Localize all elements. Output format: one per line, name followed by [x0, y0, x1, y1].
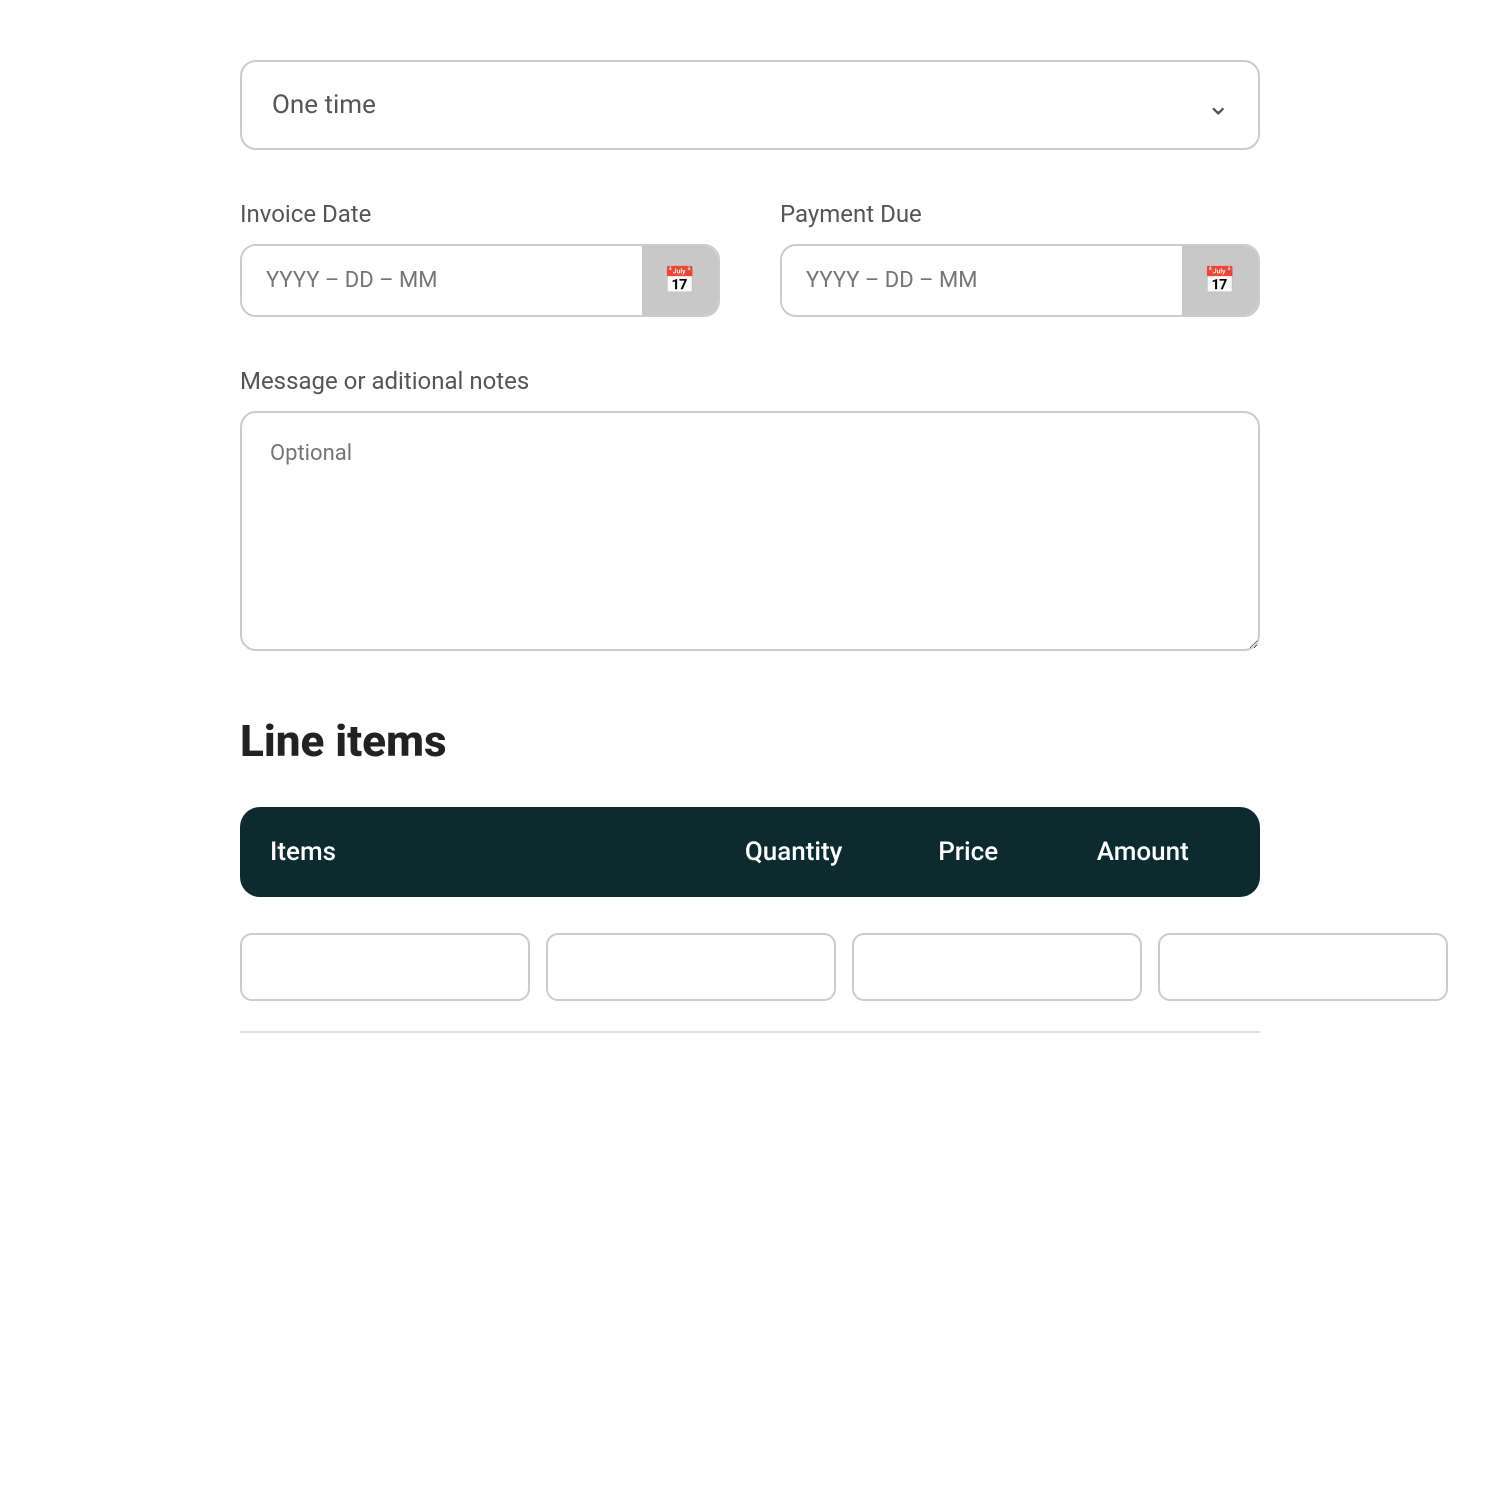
header-items: Items: [270, 837, 706, 867]
payment-due-label: Payment Due: [780, 200, 1260, 228]
line-items-title: Line items: [240, 715, 1260, 767]
frequency-select[interactable]: One time Weekly Monthly Yearly: [240, 60, 1260, 150]
payment-due-calendar-button[interactable]: 📅: [1182, 246, 1258, 315]
header-price: Price: [881, 837, 1056, 867]
notes-textarea[interactable]: [240, 411, 1260, 651]
invoice-date-label: Invoice Date: [240, 200, 720, 228]
notes-label: Message or aditional notes: [240, 367, 1260, 395]
line-item-row: [240, 917, 1260, 1033]
line-item-name-input[interactable]: [240, 933, 530, 1001]
payment-due-field: Payment Due 📅: [780, 200, 1260, 317]
payment-due-input-wrapper: 📅: [780, 244, 1260, 317]
line-item-price-input[interactable]: [852, 933, 1142, 1001]
line-items-header: Items Quantity Price Amount: [240, 807, 1260, 897]
calendar-icon: 📅: [1204, 266, 1236, 296]
invoice-date-input-wrapper: 📅: [240, 244, 720, 317]
invoice-date-input[interactable]: [242, 246, 642, 315]
calendar-icon: 📅: [664, 266, 696, 296]
header-amount: Amount: [1055, 837, 1230, 867]
invoice-date-calendar-button[interactable]: 📅: [642, 246, 718, 315]
header-quantity: Quantity: [706, 837, 881, 867]
date-section: Invoice Date 📅 Payment Due 📅: [240, 200, 1260, 317]
line-item-amount-input[interactable]: [1158, 933, 1448, 1001]
payment-due-input[interactable]: [782, 246, 1182, 315]
frequency-select-wrapper: One time Weekly Monthly Yearly ⌄: [240, 60, 1260, 150]
line-item-quantity-input[interactable]: [546, 933, 836, 1001]
line-items-section: Line items Items Quantity Price Amount: [240, 715, 1260, 1033]
invoice-date-field: Invoice Date 📅: [240, 200, 720, 317]
notes-section: Message or aditional notes: [240, 367, 1260, 655]
